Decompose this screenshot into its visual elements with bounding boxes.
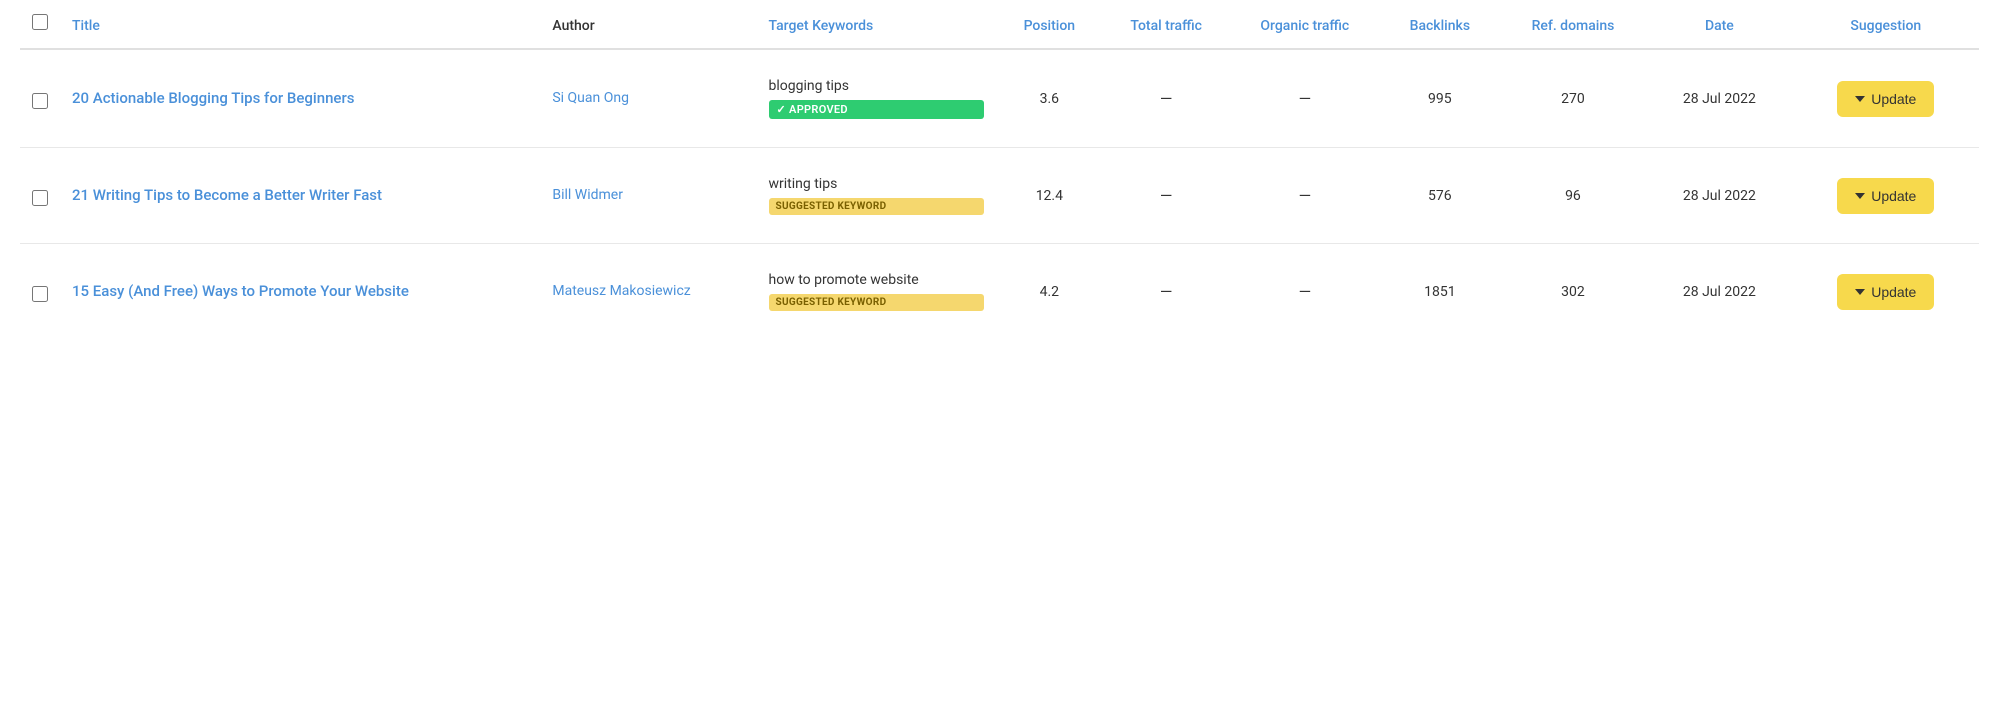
author-name: Bill Widmer (552, 187, 623, 203)
row-ref-domains-cell: 302 (1500, 244, 1646, 340)
header-organic-traffic[interactable]: Organic traffic (1230, 0, 1380, 49)
suggested-badge: SUGGESTED KEYWORD (769, 198, 985, 215)
backlinks-value: 995 (1428, 91, 1452, 107)
author-name: Si Quan Ong (552, 90, 629, 106)
row-organic-traffic-cell: — (1230, 244, 1380, 340)
update-button[interactable]: Update (1837, 178, 1934, 214)
row-author-cell: Mateusz Makosiewicz (540, 244, 756, 340)
row-position-cell: 3.6 (996, 49, 1102, 148)
total-traffic-value: — (1160, 186, 1173, 205)
row-suggestion-cell: Update (1793, 148, 1979, 244)
organic-traffic-value: — (1299, 89, 1312, 108)
update-button-label: Update (1871, 284, 1916, 300)
row-suggestion-cell: Update (1793, 244, 1979, 340)
chevron-down-icon (1855, 289, 1865, 295)
title-link[interactable]: 15 Easy (And Free) Ways to Promote Your … (72, 281, 528, 302)
table-row: 15 Easy (And Free) Ways to Promote Your … (20, 244, 1979, 340)
position-value: 4.2 (1040, 284, 1059, 300)
row-position-cell: 4.2 (996, 244, 1102, 340)
approved-badge: ✓ APPROVED (769, 100, 985, 119)
update-button-label: Update (1871, 91, 1916, 107)
date-value: 28 Jul 2022 (1683, 284, 1756, 300)
position-value: 3.6 (1040, 91, 1059, 107)
row-checkbox-2[interactable] (32, 190, 48, 206)
total-traffic-value: — (1160, 282, 1173, 301)
row-total-traffic-cell: — (1103, 49, 1230, 148)
title-link[interactable]: 21 Writing Tips to Become a Better Write… (72, 185, 528, 206)
header-position: Position (996, 0, 1102, 49)
row-suggestion-cell: Update (1793, 49, 1979, 148)
row-author-cell: Bill Widmer (540, 148, 756, 244)
ref-domains-value: 96 (1565, 188, 1581, 204)
table-body: 20 Actionable Blogging Tips for Beginner… (20, 49, 1979, 339)
header-suggestion[interactable]: Suggestion (1793, 0, 1979, 49)
row-checkbox-cell (20, 148, 60, 244)
row-organic-traffic-cell: — (1230, 148, 1380, 244)
table-row: 20 Actionable Blogging Tips for Beginner… (20, 49, 1979, 148)
row-date-cell: 28 Jul 2022 (1646, 49, 1792, 148)
header-title[interactable]: Title (60, 0, 540, 49)
header-ref-domains: Ref. domains (1500, 0, 1646, 49)
select-all-checkbox[interactable] (32, 14, 48, 30)
header-backlinks: Backlinks (1380, 0, 1500, 49)
ref-domains-value: 270 (1561, 91, 1585, 107)
row-title-cell: 21 Writing Tips to Become a Better Write… (60, 148, 540, 244)
row-date-cell: 28 Jul 2022 (1646, 244, 1792, 340)
update-button[interactable]: Update (1837, 274, 1934, 310)
keyword-text: writing tips (769, 176, 985, 192)
row-backlinks-cell: 576 (1380, 148, 1500, 244)
ref-domains-value: 302 (1561, 284, 1585, 300)
chevron-down-icon (1855, 193, 1865, 199)
header-target-keywords[interactable]: Target Keywords (757, 0, 997, 49)
header-author: Author (540, 0, 756, 49)
content-table: Title Author Target Keywords Position To… (20, 0, 1979, 339)
update-button-label: Update (1871, 188, 1916, 204)
row-date-cell: 28 Jul 2022 (1646, 148, 1792, 244)
organic-traffic-value: — (1299, 186, 1312, 205)
row-keyword-cell: writing tips SUGGESTED KEYWORD (757, 148, 997, 244)
header-date: Date (1646, 0, 1792, 49)
header-total-traffic: Total traffic (1103, 0, 1230, 49)
chevron-down-icon (1855, 96, 1865, 102)
row-checkbox-cell (20, 49, 60, 148)
row-keyword-cell: how to promote website SUGGESTED KEYWORD (757, 244, 997, 340)
row-ref-domains-cell: 270 (1500, 49, 1646, 148)
author-name: Mateusz Makosiewicz (552, 283, 690, 299)
row-backlinks-cell: 1851 (1380, 244, 1500, 340)
row-ref-domains-cell: 96 (1500, 148, 1646, 244)
keyword-text: how to promote website (769, 272, 985, 288)
row-keyword-cell: blogging tips ✓ APPROVED (757, 49, 997, 148)
keyword-text: blogging tips (769, 78, 985, 94)
table-header-row: Title Author Target Keywords Position To… (20, 0, 1979, 49)
row-title-cell: 15 Easy (And Free) Ways to Promote Your … (60, 244, 540, 340)
date-value: 28 Jul 2022 (1683, 188, 1756, 204)
table-container: Title Author Target Keywords Position To… (0, 0, 1999, 339)
row-title-cell: 20 Actionable Blogging Tips for Beginner… (60, 49, 540, 148)
date-value: 28 Jul 2022 (1683, 91, 1756, 107)
row-total-traffic-cell: — (1103, 148, 1230, 244)
row-backlinks-cell: 995 (1380, 49, 1500, 148)
table-row: 21 Writing Tips to Become a Better Write… (20, 148, 1979, 244)
title-link[interactable]: 20 Actionable Blogging Tips for Beginner… (72, 88, 528, 109)
row-checkbox-1[interactable] (32, 93, 48, 109)
row-organic-traffic-cell: — (1230, 49, 1380, 148)
row-position-cell: 12.4 (996, 148, 1102, 244)
total-traffic-value: — (1160, 89, 1173, 108)
row-author-cell: Si Quan Ong (540, 49, 756, 148)
row-checkbox-cell (20, 244, 60, 340)
position-value: 12.4 (1036, 188, 1063, 204)
backlinks-value: 576 (1428, 188, 1452, 204)
header-checkbox (20, 0, 60, 49)
backlinks-value: 1851 (1424, 284, 1455, 300)
update-button[interactable]: Update (1837, 81, 1934, 117)
suggested-badge: SUGGESTED KEYWORD (769, 294, 985, 311)
row-total-traffic-cell: — (1103, 244, 1230, 340)
row-checkbox-3[interactable] (32, 286, 48, 302)
organic-traffic-value: — (1299, 282, 1312, 301)
